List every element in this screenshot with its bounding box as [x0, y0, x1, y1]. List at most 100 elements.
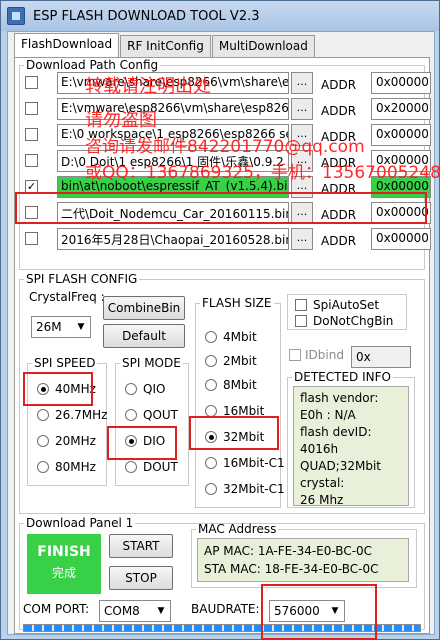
- speed-40mhz-radio[interactable]: 40MHz: [37, 382, 96, 396]
- mac-address-legend: MAC Address: [198, 522, 277, 536]
- browse-button[interactable]: ...: [291, 98, 313, 120]
- spi-auto-set-checkbox[interactable]: SpiAutoSet: [295, 298, 379, 312]
- path-input[interactable]: 二代\Doit_Nodemcu_Car_20160115.bin: [57, 202, 289, 224]
- offset-input[interactable]: 0x00000: [371, 202, 431, 224]
- checkbox-icon: [289, 349, 301, 361]
- tab-multidownload[interactable]: MultiDownload: [211, 35, 315, 57]
- default-button[interactable]: Default: [103, 324, 185, 348]
- browse-button[interactable]: ...: [291, 124, 313, 146]
- tab-bar: FlashDownload RF InitConfig MultiDownloa…: [14, 33, 316, 57]
- size-2mbit-label: 2Mbit: [223, 354, 257, 368]
- size-32mbit-c1-radio[interactable]: 32Mbit-C1: [205, 482, 285, 496]
- addr-label: ADDR: [321, 78, 357, 92]
- offset-input[interactable]: 0x20000: [371, 98, 431, 120]
- path-row: 二代\Doit_Nodemcu_Car_20160115.bin... ADDR 0…: [21, 202, 431, 224]
- path-row-checkbox[interactable]: [25, 206, 38, 219]
- radio-icon: [37, 435, 49, 447]
- radio-icon: [205, 331, 217, 343]
- size-4mbit-radio[interactable]: 4Mbit: [205, 330, 257, 344]
- radio-icon: [125, 461, 137, 473]
- stop-button[interactable]: STOP: [109, 566, 173, 590]
- baudrate-select[interactable]: 576000 ▼: [269, 600, 345, 622]
- radio-icon: [205, 483, 217, 495]
- mode-dout-label: DOUT: [143, 460, 178, 474]
- ap-mac: AP MAC: 1A-FE-34-E0-BC-0C: [204, 544, 373, 558]
- size-32mbit-radio[interactable]: 32Mbit: [205, 430, 264, 444]
- browse-button[interactable]: ...: [291, 228, 313, 250]
- radio-selected-icon: [125, 435, 137, 447]
- app-window: ESP FLASH DOWNLOAD TOOL V2.3 FlashDownlo…: [0, 0, 441, 640]
- title-bar[interactable]: ESP FLASH DOWNLOAD TOOL V2.3: [1, 1, 439, 31]
- path-row: E:\vmware\esp8266\vm\share\esp8266... ADD…: [21, 98, 431, 120]
- speed-26mhz-radio[interactable]: 26.7MHz: [37, 408, 107, 422]
- size-32mbit-label: 32Mbit: [223, 430, 265, 444]
- tab-flashdownload[interactable]: FlashDownload: [14, 33, 120, 57]
- path-input[interactable]: 2016年5月28日\Chaopai_20160528.bin: [57, 228, 289, 250]
- combinebin-button[interactable]: CombineBin: [103, 296, 185, 320]
- path-input[interactable]: E:\vmware\esp8266\vm\share\esp8266: [57, 98, 289, 120]
- idbind-input[interactable]: 0x: [351, 346, 411, 368]
- do-not-chg-bin-checkbox[interactable]: DoNotChgBin: [295, 314, 393, 328]
- path-row: E:\0 workspace\1 esp8266\esp8266 se... AD…: [21, 124, 431, 146]
- path-row-checkbox[interactable]: [25, 76, 38, 89]
- radio-icon: [37, 461, 49, 473]
- offset-input[interactable]: 0x00000: [371, 176, 431, 198]
- mode-qio-radio[interactable]: QIO: [125, 382, 165, 396]
- size-16mbit-radio[interactable]: 16Mbit: [205, 404, 264, 418]
- com-port-select[interactable]: COM8 ▼: [99, 600, 171, 622]
- detected-line: E0h : N/A: [300, 408, 356, 422]
- progress-fill: [24, 625, 420, 631]
- tab-rf-initconfig[interactable]: RF InitConfig: [120, 35, 211, 57]
- sta-mac: STA MAC: 18-FE-34-E0-BC-0C: [204, 562, 379, 576]
- size-2mbit-radio[interactable]: 2Mbit: [205, 354, 257, 368]
- path-row-checkbox[interactable]: ✓: [25, 180, 38, 193]
- speed-20mhz-radio[interactable]: 20MHz: [37, 434, 96, 448]
- speed-80mhz-radio[interactable]: 80MHz: [37, 460, 96, 474]
- speed-20mhz-label: 20MHz: [55, 434, 96, 448]
- browse-button[interactable]: ...: [291, 72, 313, 94]
- mode-qio-label: QIO: [143, 382, 166, 396]
- offset-input[interactable]: 0x00000: [371, 124, 431, 146]
- offset-input[interactable]: 0x00000: [371, 72, 431, 94]
- speed-80mhz-label: 80MHz: [55, 460, 96, 474]
- browse-button[interactable]: ...: [291, 202, 313, 224]
- path-input[interactable]: E:\0 workspace\1 esp8266\esp8266 se: [57, 124, 289, 146]
- addr-label: ADDR: [321, 104, 357, 118]
- addr-label: ADDR: [321, 130, 357, 144]
- start-button[interactable]: START: [109, 534, 173, 558]
- do-not-chg-bin-label: DoNotChgBin: [313, 314, 394, 328]
- path-row: D:\0 Doit\1 esp8266\1 固件\乐鑫\0.9.2... ADDR…: [21, 150, 431, 172]
- download-path-legend: Download Path Config: [26, 58, 159, 72]
- path-input[interactable]: D:\0 Doit\1 esp8266\1 固件\乐鑫\0.9.2: [57, 150, 289, 172]
- crystal-freq-select[interactable]: 26M ▼: [31, 316, 91, 338]
- mode-dout-radio[interactable]: DOUT: [125, 460, 178, 474]
- size-16mbit-c1-radio[interactable]: 16Mbit-C1: [205, 456, 285, 470]
- path-row-checkbox[interactable]: [25, 154, 38, 167]
- path-input[interactable]: bin\at\noboot\espressif_AT_(v1.5.4).bin: [57, 176, 289, 198]
- size-16mbit-label: 16Mbit: [223, 404, 265, 418]
- path-input[interactable]: E:\vmware\share\esp8266\vm\share\esp8266: [57, 72, 289, 94]
- browse-button[interactable]: ...: [291, 176, 313, 198]
- client-area: FlashDownload RF InitConfig MultiDownloa…: [7, 31, 441, 640]
- size-16mbit-c1-label: 16Mbit-C1: [223, 456, 285, 470]
- offset-input[interactable]: 0x00000: [371, 228, 431, 250]
- flashdownload-panel: Download Path Config E:\vmware\share\esp…: [14, 57, 441, 640]
- size-32mbit-c1-label: 32Mbit-C1: [223, 482, 285, 496]
- chevron-down-icon: ▼: [331, 606, 339, 616]
- detected-line: flash vendor:: [300, 391, 379, 405]
- size-8mbit-radio[interactable]: 8Mbit: [205, 378, 257, 392]
- path-row-checkbox[interactable]: [25, 232, 38, 245]
- path-row-checkbox[interactable]: [25, 102, 38, 115]
- path-row-checkbox[interactable]: [25, 128, 38, 141]
- idbind-checkbox[interactable]: IDbind: [289, 348, 344, 362]
- radio-icon: [205, 355, 217, 367]
- addr-label: ADDR: [321, 156, 357, 170]
- app-icon: [7, 7, 25, 25]
- detected-info-box: flash vendor: E0h : N/A flash devID: 401…: [293, 386, 409, 507]
- size-8mbit-label: 8Mbit: [223, 378, 257, 392]
- crystal-freq-value: 26M: [36, 320, 62, 334]
- offset-input[interactable]: 0x00000: [371, 150, 431, 172]
- mode-dio-radio[interactable]: DIO: [125, 434, 165, 448]
- mode-qout-radio[interactable]: QOUT: [125, 408, 178, 422]
- browse-button[interactable]: ...: [291, 150, 313, 172]
